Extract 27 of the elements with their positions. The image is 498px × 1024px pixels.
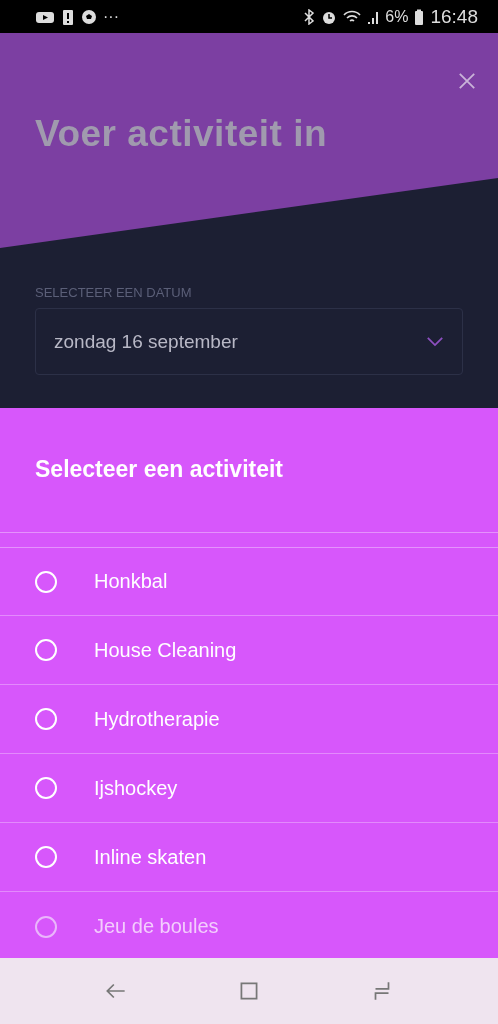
activity-option[interactable]: Honkbal	[0, 547, 498, 616]
battery-percent: 6%	[385, 7, 409, 26]
close-icon[interactable]	[458, 72, 476, 90]
screen-title: Voer activiteit in	[35, 113, 329, 155]
option-label: Ijshockey	[94, 776, 178, 800]
activity-option[interactable]: Ijshockey	[0, 754, 498, 823]
field-label: SELECTEER EEN DATUM	[35, 285, 193, 300]
alert-icon	[61, 8, 75, 25]
battery-icon	[414, 8, 425, 25]
activity-option[interactable]: Hydrotherapie	[0, 685, 498, 754]
wifi-icon	[343, 8, 362, 25]
chevron-down-icon	[426, 336, 444, 347]
date-dropdown[interactable]: zondag 16 september	[35, 308, 463, 375]
option-label: Jeu de boules	[94, 915, 219, 938]
clock-time: 16:48	[430, 5, 478, 28]
option-label: Inline skaten	[94, 845, 207, 869]
ball-icon	[81, 8, 97, 25]
option-label: House Cleaning	[94, 638, 237, 662]
activity-option[interactable]: Jeu de boules	[0, 892, 498, 958]
option-label: Honkbal	[94, 570, 168, 593]
bluetooth-icon	[303, 8, 316, 25]
overflow-dots: ···	[103, 7, 119, 26]
sheet-title: Selecteer een activiteit	[0, 408, 498, 533]
activity-option[interactable]: House Cleaning	[0, 616, 498, 685]
option-label: Hydrotherapie	[94, 707, 220, 731]
activity-option[interactable]: Inline skaten	[0, 823, 498, 892]
radio-button[interactable]	[35, 915, 57, 938]
